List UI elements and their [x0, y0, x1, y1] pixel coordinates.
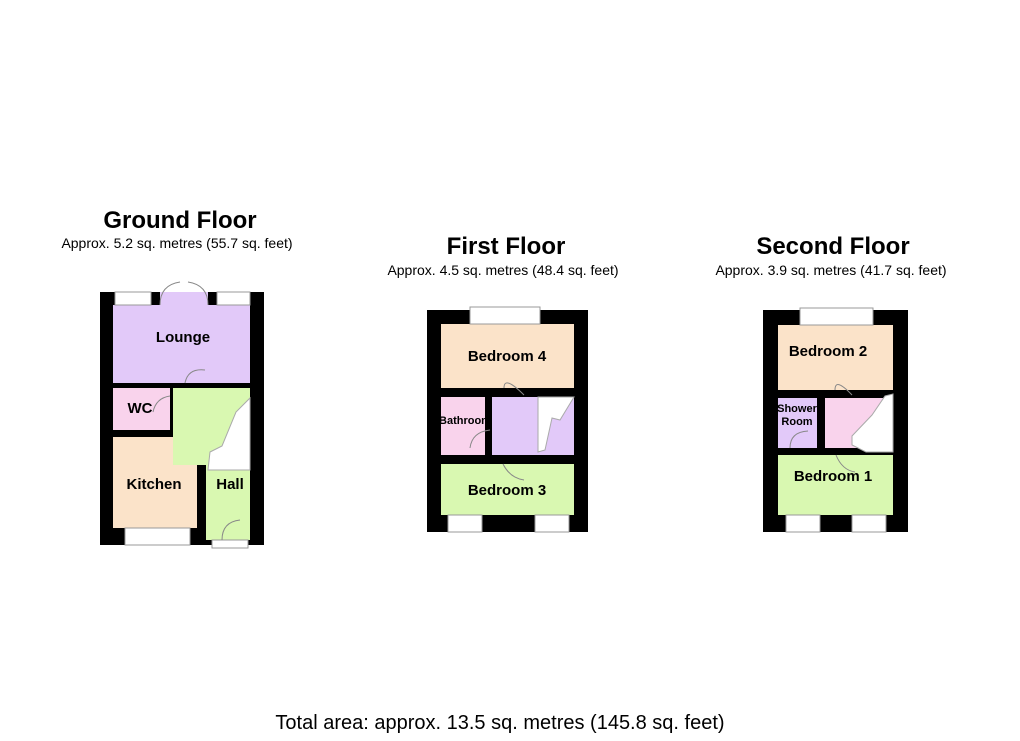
- window: [216, 291, 251, 306]
- window: [785, 514, 821, 533]
- hall-label: Hall: [216, 476, 244, 493]
- front-door[interactable]: [211, 539, 249, 549]
- total-area: Total area: approx. 13.5 sq. metres (145…: [275, 712, 724, 734]
- bathroom-label: Bathroom: [439, 415, 491, 427]
- floor-plan: Ground Floor Approx. 5.2 sq. metres (55.…: [61, 207, 946, 734]
- window: [851, 514, 887, 533]
- window: [447, 514, 483, 533]
- second-floor-plan: Bedroom 2 ShowerRoom Bedroom 1: [763, 307, 908, 533]
- window: [124, 527, 191, 546]
- first-floor-area: Approx. 4.5 sq. metres (48.4 sq. feet): [387, 262, 618, 278]
- window: [534, 514, 570, 533]
- ground-floor-area: Approx. 5.2 sq. metres (55.7 sq. feet): [61, 235, 292, 251]
- kitchen-label: Kitchen: [126, 476, 181, 493]
- window: [469, 306, 541, 325]
- bedroom-1-room: [778, 455, 893, 515]
- first-floor-plan: Bedroom 4 Bathroom Bedroom 3: [427, 306, 588, 533]
- shower-room-label-line2: Room: [781, 416, 812, 428]
- wc-label: WC: [128, 400, 153, 417]
- window: [799, 307, 874, 326]
- shower-room-label-line1: Shower: [777, 403, 817, 415]
- bedroom-4-label: Bedroom 4: [468, 348, 547, 365]
- patio-door[interactable]: [160, 292, 208, 305]
- ground-floor-plan: Lounge WC Kitchen Hall: [100, 281, 264, 549]
- bedroom-1-label: Bedroom 1: [794, 468, 872, 485]
- first-floor-title: First Floor: [447, 233, 566, 260]
- ground-floor-title: Ground Floor: [103, 207, 256, 234]
- lounge-label: Lounge: [156, 329, 210, 346]
- second-floor-title: Second Floor: [756, 233, 909, 260]
- window: [114, 291, 152, 306]
- bedroom-2-label: Bedroom 2: [789, 343, 867, 360]
- second-floor-area: Approx. 3.9 sq. metres (41.7 sq. feet): [715, 262, 946, 278]
- bedroom-3-label: Bedroom 3: [468, 482, 546, 499]
